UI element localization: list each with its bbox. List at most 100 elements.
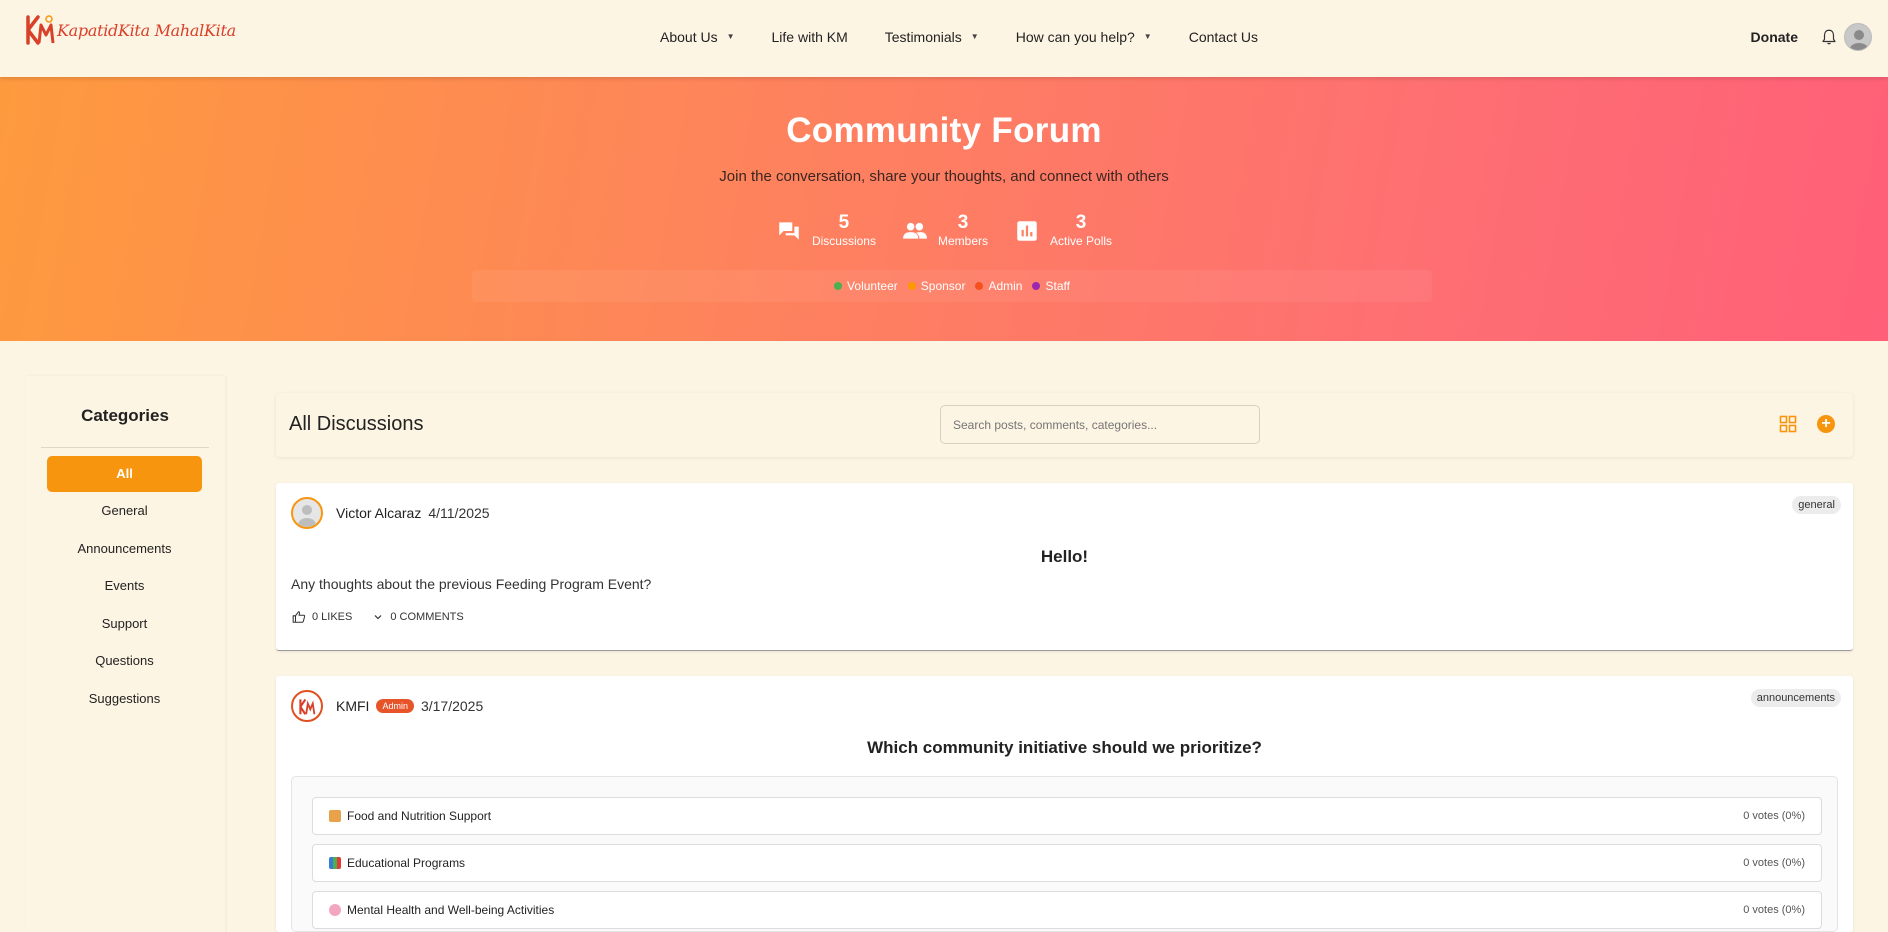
- categories-title: Categories: [81, 406, 169, 425]
- post-card[interactable]: Victor Alcaraz 4/11/2025 general Hello! …: [276, 483, 1853, 651]
- category-suggestions[interactable]: Suggestions: [47, 681, 202, 719]
- legend-label: Volunteer: [847, 279, 898, 293]
- post-body: Any thoughts about the previous Feeding …: [291, 576, 652, 592]
- people-icon: [903, 222, 927, 239]
- red-dot-icon: [975, 282, 984, 290]
- page-title: Community Forum: [786, 111, 1102, 150]
- poll-option-label: Mental Health and Well-being Activities: [347, 903, 555, 917]
- poll-options: Food and Nutrition Support 0 votes (0%) …: [291, 776, 1838, 932]
- category-announcements[interactable]: Announcements: [47, 531, 202, 569]
- nav-links: About Us ▼ Life with KM Testimonials ▼ How…: [660, 0, 1295, 73]
- km-logo-icon: [26, 15, 55, 45]
- category-questions[interactable]: Questions: [47, 643, 202, 681]
- stat-value: 5: [838, 212, 850, 233]
- like-button[interactable]: 0 LIKES: [292, 610, 352, 624]
- donate-button[interactable]: Donate: [1751, 29, 1798, 45]
- km-logo-icon: [299, 698, 316, 715]
- add-post-icon[interactable]: +: [1817, 415, 1835, 433]
- poll-option[interactable]: Educational Programs 0 votes (0%): [312, 844, 1822, 882]
- food-icon: [329, 810, 341, 822]
- category-tag: general: [1792, 496, 1841, 514]
- nav-life-with-km[interactable]: Life with KM: [772, 29, 848, 45]
- post-title: Hello!: [1040, 547, 1089, 566]
- comments-toggle[interactable]: 0 COMMENTS: [372, 611, 464, 623]
- green-dot-icon: [834, 282, 843, 290]
- author-avatar[interactable]: [291, 690, 323, 722]
- legend-label: Staff: [1045, 279, 1070, 293]
- nav-how-can-you-help[interactable]: How can you help? ▼: [1016, 29, 1152, 45]
- page-subtitle: Join the conversation, share your though…: [719, 168, 1169, 185]
- stat-discussions: 5 Discussions: [776, 213, 876, 249]
- logo-text: KapatidKita MahalKita: [57, 20, 236, 40]
- category-events[interactable]: Events: [47, 568, 202, 606]
- search-input[interactable]: [940, 405, 1260, 444]
- category-support[interactable]: Support: [47, 606, 202, 644]
- discussions-title: All Discussions: [289, 413, 424, 435]
- likes-count: 0 LIKES: [312, 611, 353, 623]
- post-meta: Victor Alcaraz 4/11/2025: [336, 505, 490, 521]
- thumbs-up-icon: [292, 611, 306, 623]
- chevron-down-icon: [374, 615, 382, 620]
- poll-option-votes: 0 votes (0%): [1743, 904, 1805, 916]
- user-icon: [1850, 29, 1868, 50]
- caret-down-icon: ▼: [726, 32, 735, 41]
- poll-option-label: Educational Programs: [347, 856, 466, 870]
- grid-view-icon[interactable]: [1779, 415, 1797, 433]
- purple-dot-icon: [1032, 282, 1041, 290]
- legend-sponsor: Sponsor: [907, 279, 966, 293]
- poll-option-votes: 0 votes (0%): [1743, 810, 1805, 822]
- header-actions: +: [1779, 415, 1835, 433]
- forum-icon: [779, 222, 799, 240]
- stat-active-polls: 3 Active Polls: [1014, 213, 1112, 249]
- bell-icon[interactable]: [1820, 28, 1838, 46]
- site-logo[interactable]: KapatidKita MahalKita: [25, 12, 236, 48]
- user-avatar[interactable]: [1844, 22, 1872, 51]
- legend-staff: Staff: [1032, 279, 1070, 293]
- legend-label: Sponsor: [920, 279, 966, 293]
- stat-label: Active Polls: [1050, 234, 1113, 248]
- caret-down-icon: ▼: [1143, 32, 1152, 41]
- category-general[interactable]: General: [47, 493, 202, 531]
- forum-stats: 5 Discussions 3 Members 3 Active Polls: [0, 213, 1888, 249]
- post-meta: KMFI Admin 3/17/2025: [336, 698, 483, 714]
- role-legend: Volunteer Sponsor Admin Staff: [472, 270, 1432, 302]
- admin-badge: Admin: [376, 699, 414, 713]
- legend-volunteer: Volunteer: [834, 279, 898, 293]
- nav-testimonials[interactable]: Testimonials ▼: [885, 29, 979, 45]
- author-avatar[interactable]: [291, 497, 323, 529]
- legend-admin: Admin: [975, 279, 1022, 293]
- author-name[interactable]: Victor Alcaraz: [336, 505, 421, 521]
- category-list: All General Announcements Events Support…: [47, 456, 202, 718]
- comments-count: 0 COMMENTS: [390, 611, 464, 623]
- post-date: 4/11/2025: [428, 505, 490, 521]
- legend-label: Admin: [988, 279, 1023, 293]
- author-name[interactable]: KMFI: [336, 698, 369, 714]
- top-navbar: KapatidKita MahalKita About Us ▼ Life wit…: [0, 0, 1888, 77]
- stat-value: 3: [1075, 212, 1087, 233]
- stat-members: 3 Members: [902, 213, 988, 249]
- nav-label: About Us: [660, 28, 718, 45]
- nav-label: Life with KM: [771, 28, 848, 45]
- post-date: 3/17/2025: [420, 698, 484, 714]
- category-all[interactable]: All: [47, 456, 202, 492]
- orange-dot-icon: [907, 282, 916, 290]
- poll-option[interactable]: Food and Nutrition Support 0 votes (0%): [312, 797, 1822, 835]
- stat-value: 3: [957, 212, 969, 233]
- poll-icon: [1017, 221, 1037, 241]
- divider: [41, 447, 209, 448]
- hero-banner: Community Forum Join the conversation, s…: [0, 77, 1888, 341]
- nav-contact-us[interactable]: Contact Us: [1189, 29, 1258, 45]
- nav-right: Donate: [1751, 0, 1872, 73]
- user-icon: [298, 505, 316, 527]
- stat-label: Discussions: [811, 234, 876, 248]
- nav-label: Testimonials: [884, 28, 962, 45]
- discussions-header: All Discussions +: [276, 393, 1853, 457]
- poll-post-card[interactable]: KMFI Admin 3/17/2025 announcements Which…: [276, 676, 1853, 932]
- poll-question: Which community initiative should we pri…: [867, 738, 1262, 757]
- category-tag: announcements: [1750, 689, 1841, 707]
- brain-icon: [329, 904, 341, 916]
- nav-about-us[interactable]: About Us ▼: [660, 29, 735, 45]
- poll-option[interactable]: Mental Health and Well-being Activities …: [312, 891, 1822, 929]
- nav-label: How can you help?: [1015, 28, 1135, 45]
- categories-sidebar: Categories All General Announcements Eve…: [25, 376, 225, 932]
